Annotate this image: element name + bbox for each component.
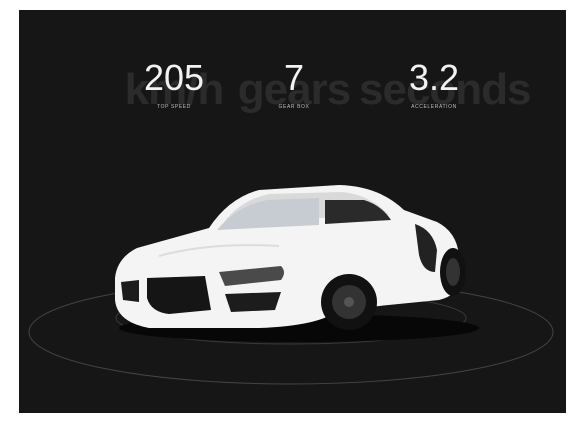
car-side-vent	[121, 280, 139, 302]
car-illustration	[28, 185, 554, 385]
car-grille	[147, 276, 211, 314]
showcase-stage: km/h 205 TOP SPEED gears 7 GEAR BOX seco…	[19, 10, 566, 413]
car	[115, 185, 466, 330]
car-lower-intake	[225, 292, 281, 312]
